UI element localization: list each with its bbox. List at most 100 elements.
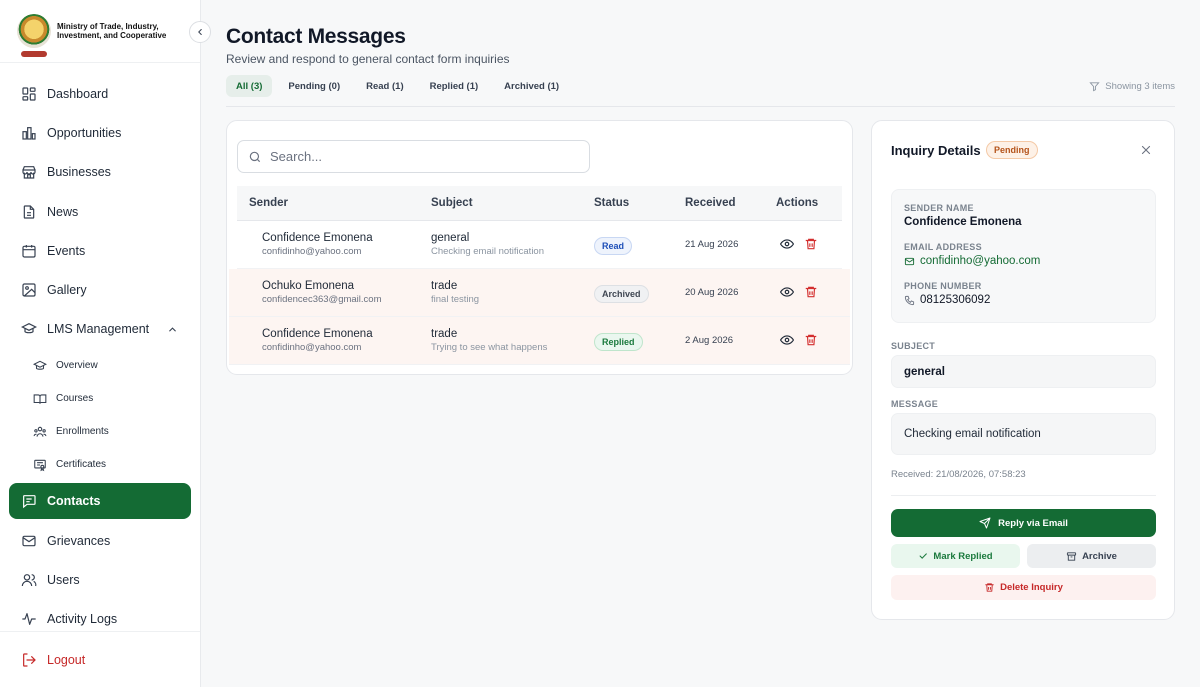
delete-button[interactable] bbox=[804, 333, 818, 352]
sidebar-item-label: Contacts bbox=[47, 494, 101, 509]
trash-icon bbox=[805, 238, 817, 250]
status-cell: Archived bbox=[594, 284, 649, 303]
view-button[interactable] bbox=[779, 237, 795, 256]
page-title: Contact Messages bbox=[226, 25, 406, 48]
sidebar-item-news[interactable]: News bbox=[0, 192, 200, 231]
subject-text: trade bbox=[431, 280, 458, 292]
view-button[interactable] bbox=[779, 333, 795, 352]
filter-tabs: All (3) Pending (0) Read (1) Replied (1)… bbox=[226, 75, 569, 97]
sidebar-item-grievances[interactable]: Grievances bbox=[0, 521, 200, 560]
activity-icon bbox=[21, 611, 37, 627]
tab-replied[interactable]: Replied (1) bbox=[420, 75, 489, 97]
inquiry-details-panel: Inquiry Details Pending SENDER NAME Conf… bbox=[871, 120, 1175, 620]
sidebar-subitem-overview[interactable]: Overview bbox=[0, 349, 200, 382]
logout-button[interactable]: Logout bbox=[0, 631, 200, 687]
sidebar-subitem-enrollments[interactable]: Enrollments bbox=[0, 415, 200, 448]
ministry-logo bbox=[17, 14, 51, 57]
sidebar-item-lms-management[interactable]: LMS Management bbox=[0, 310, 200, 349]
sender-cell: Confidence Emonena confidinho@yahoo.com bbox=[262, 232, 373, 257]
sidebar-item-opportunities[interactable]: Opportunities bbox=[0, 113, 200, 152]
reply-label: Reply via Email bbox=[998, 517, 1068, 529]
sidebar-nav: Dashboard Opportunities Businesses News … bbox=[0, 63, 200, 639]
search-box[interactable] bbox=[237, 140, 590, 173]
sidebar-item-dashboard[interactable]: Dashboard bbox=[0, 74, 200, 113]
phone-icon bbox=[904, 295, 915, 305]
page-subtitle: Review and respond to general contact fo… bbox=[226, 52, 510, 66]
table-header: Sender Subject Status Received Actions bbox=[237, 186, 842, 221]
reply-via-email-button[interactable]: Reply via Email bbox=[891, 509, 1156, 537]
sidebar: Ministry of Trade, Industry, Investment,… bbox=[0, 0, 211, 687]
message-preview: Checking email notification bbox=[431, 246, 545, 257]
sidebar-item-businesses[interactable]: Businesses bbox=[0, 153, 200, 192]
email-value: confidinho@yahoo.com bbox=[920, 255, 1041, 267]
subject-cell: general Checking email notification bbox=[431, 232, 544, 257]
sidebar-item-events[interactable]: Events bbox=[0, 231, 200, 270]
sidebar-item-label: Dashboard bbox=[47, 86, 109, 101]
close-button[interactable] bbox=[1140, 143, 1152, 161]
status-badge: Pending bbox=[986, 141, 1038, 159]
email-link[interactable]: confidinho@yahoo.com bbox=[904, 255, 1040, 267]
sidebar-subitem-label: Certificates bbox=[56, 459, 107, 471]
phone-label: PHONE NUMBER bbox=[904, 281, 982, 291]
brand-name: Ministry of Trade, Industry, Investment,… bbox=[57, 21, 167, 41]
sender-email: confidencec363@gmail.com bbox=[262, 294, 382, 305]
tab-read[interactable]: Read (1) bbox=[356, 75, 413, 97]
view-button[interactable] bbox=[779, 285, 795, 304]
document-icon bbox=[21, 204, 37, 220]
dashboard-icon bbox=[21, 86, 37, 102]
eye-icon bbox=[779, 239, 795, 249]
sidebar-item-label: Events bbox=[47, 243, 86, 258]
col-status: Status bbox=[594, 197, 630, 209]
sidebar-item-label: Businesses bbox=[47, 165, 111, 180]
table-row[interactable]: Confidence Emonena confidinho@yahoo.com … bbox=[237, 221, 842, 269]
search-input[interactable] bbox=[270, 149, 570, 164]
col-subject: Subject bbox=[431, 197, 473, 209]
store-icon bbox=[21, 164, 37, 180]
users-icon bbox=[21, 572, 37, 588]
sidebar-item-label: Gallery bbox=[47, 283, 87, 298]
received-date: 20 Aug 2026 bbox=[685, 287, 739, 298]
book-icon bbox=[33, 392, 47, 406]
sidebar-item-label: News bbox=[47, 204, 79, 219]
calendar-icon bbox=[21, 243, 37, 259]
sidebar-subitem-courses[interactable]: Courses bbox=[0, 382, 200, 415]
table-row[interactable]: Ochuko Emonena confidencec363@gmail.com … bbox=[229, 269, 850, 317]
close-icon bbox=[1141, 145, 1151, 155]
sidebar-subitem-certificates[interactable]: Certificates bbox=[0, 448, 200, 481]
delete-inquiry-button[interactable]: Delete Inquiry bbox=[891, 575, 1156, 600]
sidebar-subitem-label: Overview bbox=[56, 360, 98, 372]
sender-cell: Confidence Emonena confidinho@yahoo.com bbox=[262, 328, 373, 353]
email-label: EMAIL ADDRESS bbox=[904, 242, 982, 252]
message-preview: final testing bbox=[431, 294, 480, 305]
graduation-cap-icon bbox=[21, 321, 37, 337]
subject-value: general bbox=[891, 355, 1156, 388]
mark-replied-button[interactable]: Mark Replied bbox=[891, 544, 1020, 568]
status-cell: Read bbox=[594, 236, 633, 255]
actions-cell bbox=[779, 285, 818, 304]
sender-email: confidinho@yahoo.com bbox=[262, 342, 362, 353]
delete-button[interactable] bbox=[804, 237, 818, 256]
subject-cell: trade Trying to see what happens bbox=[431, 328, 547, 353]
tab-pending[interactable]: Pending (0) bbox=[278, 75, 350, 97]
sidebar-item-contacts[interactable]: Contacts bbox=[9, 483, 191, 520]
image-icon bbox=[21, 282, 37, 298]
logout-icon bbox=[21, 652, 37, 668]
col-sender: Sender bbox=[249, 197, 288, 209]
delete-button[interactable] bbox=[804, 285, 818, 304]
tab-all[interactable]: All (3) bbox=[226, 75, 273, 97]
sender-name-group: SENDER NAME Confidence Emonena bbox=[904, 203, 1022, 228]
sidebar-item-users[interactable]: Users bbox=[0, 560, 200, 599]
subject-text: general bbox=[431, 232, 470, 244]
tab-archived[interactable]: Archived (1) bbox=[494, 75, 569, 97]
sidebar-item-gallery[interactable]: Gallery bbox=[0, 270, 200, 309]
actions-cell bbox=[779, 237, 818, 256]
received-date: 21 Aug 2026 bbox=[685, 239, 739, 250]
delete-inquiry-label: Delete Inquiry bbox=[1000, 582, 1063, 593]
logout-label: Logout bbox=[47, 652, 86, 667]
status-badge: Replied bbox=[594, 333, 643, 351]
subject-text: trade bbox=[431, 328, 458, 340]
eye-icon bbox=[779, 335, 795, 345]
table-row[interactable]: Confidence Emonena confidinho@yahoo.com … bbox=[229, 317, 850, 365]
collapse-sidebar-button[interactable] bbox=[189, 21, 211, 43]
archive-button[interactable]: Archive bbox=[1027, 544, 1156, 568]
